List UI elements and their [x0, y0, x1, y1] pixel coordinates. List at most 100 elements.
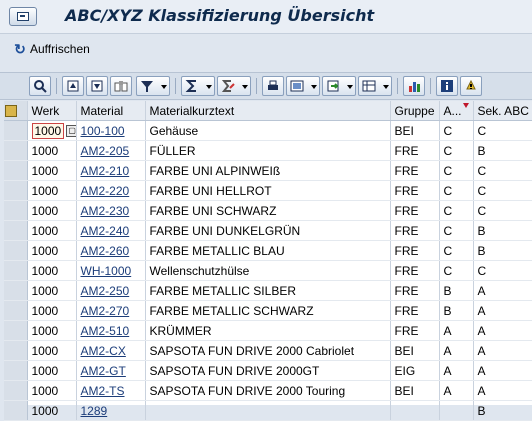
cell-sek-abc[interactable]: A — [473, 340, 532, 361]
cell-sek-abc[interactable]: A — [473, 380, 532, 401]
cell-abc[interactable]: C — [439, 260, 474, 281]
cell-materialkurztext[interactable]: FARBE UNI ALPINWEIß — [145, 160, 391, 181]
row-selector[interactable] — [4, 280, 28, 301]
table-row[interactable]: 1000 AM2-250 FARBE METALLIC SILBER FRE B A — [4, 280, 532, 301]
cell-sek-abc[interactable]: C — [473, 180, 532, 201]
cell-abc[interactable]: C — [439, 120, 474, 141]
details-button[interactable] — [29, 76, 51, 96]
print-button[interactable] — [262, 76, 284, 96]
cell-gruppe[interactable]: FRE — [390, 240, 440, 261]
export-button[interactable] — [322, 76, 356, 96]
cell-material-link[interactable]: AM2-TS — [76, 380, 146, 401]
cell-abc[interactable]: C — [439, 180, 474, 201]
cell-materialkurztext[interactable]: SAPSOTA FUN DRIVE 2000 Touring — [145, 380, 391, 401]
cell-material-link[interactable]: 100-100 — [76, 120, 146, 141]
row-selector[interactable] — [4, 120, 28, 141]
cell-sek-abc[interactable]: B — [473, 400, 532, 421]
cell-materialkurztext[interactable]: FARBE METALLIC BLAU — [145, 240, 391, 261]
cell-abc[interactable]: A — [439, 360, 474, 381]
cell-werk[interactable]: 1000 — [27, 260, 77, 281]
cell-sek-abc[interactable]: A — [473, 320, 532, 341]
row-selector[interactable] — [4, 180, 28, 201]
table-row[interactable]: 1000 ▢ 100-100 Gehäuse BEI C C — [4, 120, 532, 141]
row-selector[interactable] — [4, 380, 28, 401]
cell-gruppe[interactable]: FRE — [390, 220, 440, 241]
filter-button[interactable] — [136, 76, 170, 96]
table-row[interactable]: 1000 AM2-230 FARBE UNI SCHWARZ FRE C C — [4, 200, 532, 221]
cell-abc[interactable]: C — [439, 140, 474, 161]
cell-gruppe[interactable]: FRE — [390, 280, 440, 301]
cell-sek-abc[interactable]: A — [473, 280, 532, 301]
cell-abc[interactable]: A — [439, 320, 474, 341]
cell-gruppe[interactable]: FRE — [390, 140, 440, 161]
table-row[interactable]: 1000 WH-1000 Wellenschutzhülse FRE C C — [4, 260, 532, 281]
cell-abc[interactable]: A — [439, 380, 474, 401]
table-row[interactable]: 1000 AM2-510 KRÜMMER FRE A A — [4, 320, 532, 341]
views-button[interactable] — [286, 76, 320, 96]
row-selector[interactable] — [4, 200, 28, 221]
col-sek-abc-header[interactable]: Sek. ABC — [473, 101, 532, 121]
col-material-header[interactable]: Material — [76, 101, 146, 121]
cell-material-link[interactable]: AM2-205 — [76, 140, 146, 161]
cell-sek-abc[interactable]: C — [473, 160, 532, 181]
sum-button[interactable] — [181, 76, 215, 96]
find-button[interactable] — [110, 76, 132, 96]
cell-werk[interactable]: 1000 — [27, 220, 77, 241]
cell-material-link[interactable]: AM2-270 — [76, 300, 146, 321]
cell-sek-abc[interactable]: C — [473, 120, 532, 141]
table-row[interactable]: 1000 AM2-260 FARBE METALLIC BLAU FRE C B — [4, 240, 532, 261]
cell-gruppe[interactable]: EIG — [390, 360, 440, 381]
table-row[interactable]: 1000 AM2-205 FÜLLER FRE C B — [4, 140, 532, 161]
row-selector[interactable] — [4, 140, 28, 161]
cell-gruppe[interactable]: FRE — [390, 200, 440, 221]
cell-abc[interactable]: B — [439, 300, 474, 321]
col-abc-header[interactable]: A... — [439, 101, 474, 121]
cell-werk[interactable]: 1000 — [27, 320, 77, 341]
row-selector[interactable] — [4, 260, 28, 281]
cell-werk[interactable]: 1000 — [27, 360, 77, 381]
row-selector[interactable] — [4, 400, 28, 421]
table-row[interactable]: 1000 AM2-220 FARBE UNI HELLROT FRE C C — [4, 180, 532, 201]
more-button[interactable] — [460, 76, 482, 96]
cell-gruppe[interactable]: FRE — [390, 180, 440, 201]
row-selector[interactable] — [4, 320, 28, 341]
graphic-button[interactable] — [403, 76, 425, 96]
cell-werk[interactable]: 1000 — [27, 280, 77, 301]
value-help-icon[interactable]: ▢ — [66, 125, 75, 138]
cell-abc[interactable]: C — [439, 200, 474, 221]
cell-sek-abc[interactable]: B — [473, 240, 532, 261]
table-row[interactable]: 1000 AM2-210 FARBE UNI ALPINWEIß FRE C C — [4, 160, 532, 181]
refresh-button[interactable]: ↻ Auffrischen — [12, 41, 90, 57]
cell-gruppe[interactable]: FRE — [390, 160, 440, 181]
cell-abc[interactable]: C — [439, 160, 474, 181]
row-selector[interactable] — [4, 160, 28, 181]
cell-sek-abc[interactable]: C — [473, 260, 532, 281]
table-row[interactable]: 1000 AM2-270 FARBE METALLIC SCHWARZ FRE B A — [4, 300, 532, 321]
cell-materialkurztext[interactable]: FARBE UNI SCHWARZ — [145, 200, 391, 221]
cell-gruppe[interactable]: FRE — [390, 320, 440, 341]
cell-materialkurztext[interactable]: FÜLLER — [145, 140, 391, 161]
cell-gruppe[interactable] — [390, 400, 440, 421]
cell-werk[interactable]: 1000 — [27, 160, 77, 181]
select-all-cell[interactable] — [4, 101, 28, 121]
cell-gruppe[interactable]: BEI — [390, 120, 440, 141]
cell-material-link[interactable]: AM2-250 — [76, 280, 146, 301]
row-selector[interactable] — [4, 360, 28, 381]
cell-materialkurztext[interactable]: FARBE UNI HELLROT — [145, 180, 391, 201]
cell-material-link[interactable]: AM2-230 — [76, 200, 146, 221]
cell-sek-abc[interactable]: B — [473, 140, 532, 161]
col-werk-header[interactable]: Werk — [27, 101, 77, 121]
cell-sek-abc[interactable]: A — [473, 360, 532, 381]
cell-abc[interactable]: C — [439, 240, 474, 261]
cell-gruppe[interactable]: BEI — [390, 340, 440, 361]
cell-materialkurztext[interactable] — [145, 400, 391, 421]
col-materialkurztext-header[interactable]: Materialkurztext — [145, 101, 391, 121]
cell-material-link[interactable]: AM2-240 — [76, 220, 146, 241]
cell-abc[interactable] — [439, 400, 474, 421]
cell-material-link[interactable]: 1289 — [76, 400, 146, 421]
table-row[interactable]: 1000 AM2-240 FARBE UNI DUNKELGRÜN FRE C B — [4, 220, 532, 241]
cell-material-link[interactable]: AM2-260 — [76, 240, 146, 261]
cell-werk-value[interactable]: 1000 — [31, 122, 65, 139]
cell-materialkurztext[interactable]: FARBE UNI DUNKELGRÜN — [145, 220, 391, 241]
row-selector[interactable] — [4, 220, 28, 241]
